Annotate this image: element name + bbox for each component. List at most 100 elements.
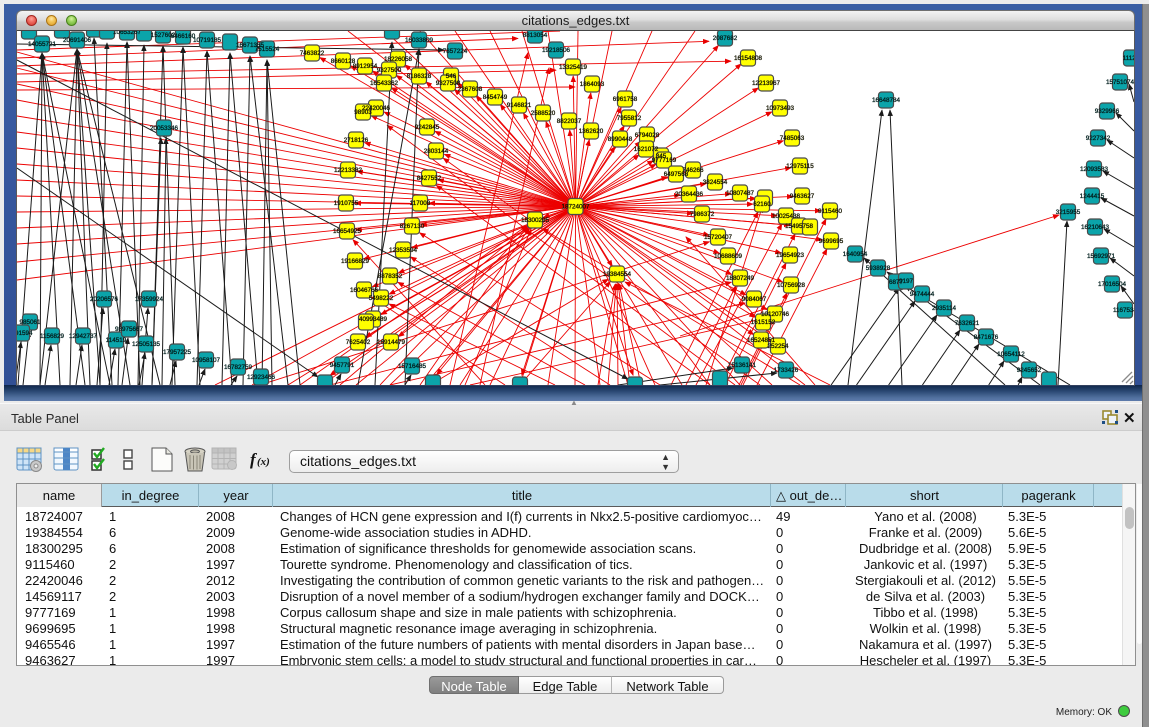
svg-text:18226058: 18226058 — [384, 56, 413, 63]
svg-text:17957225: 17957225 — [163, 349, 192, 356]
svg-text:9699695: 9699695 — [819, 238, 844, 245]
svg-text:2588520: 2588520 — [531, 110, 556, 117]
svg-text:16033809: 16033809 — [405, 37, 434, 44]
svg-text:7632621: 7632621 — [955, 320, 980, 327]
svg-text:10688609: 10688609 — [714, 253, 743, 260]
svg-text:7485063: 7485063 — [780, 135, 805, 142]
svg-text:1156829: 1156829 — [40, 333, 65, 340]
svg-text:18807249: 18807249 — [726, 275, 755, 282]
svg-text:9777169: 9777169 — [652, 157, 677, 164]
svg-text:7625402: 7625402 — [346, 339, 371, 346]
svg-text:5498222: 5498222 — [369, 295, 394, 302]
svg-text:8822037: 8822037 — [557, 118, 582, 125]
svg-text:252254: 252254 — [767, 343, 789, 350]
svg-text:7857224: 7857224 — [443, 48, 468, 55]
svg-text:8427552: 8427552 — [417, 175, 442, 182]
svg-text:8912954: 8912954 — [353, 63, 378, 70]
svg-text:3824554: 3824554 — [703, 179, 728, 186]
svg-text:9084067: 9084067 — [742, 296, 767, 303]
svg-text:15692971: 15692971 — [1087, 253, 1116, 260]
svg-text:15136141: 15136141 — [728, 362, 757, 369]
svg-text:2087682: 2087682 — [713, 35, 738, 42]
svg-text:12923466: 12923466 — [247, 374, 276, 381]
svg-text:12505135: 12505135 — [132, 341, 161, 348]
svg-text:12942737: 12942737 — [69, 333, 98, 340]
svg-text:16654925: 16654925 — [333, 228, 362, 235]
svg-text:19218506: 19218506 — [542, 47, 571, 54]
svg-text:10120746: 10120746 — [761, 311, 790, 318]
svg-text:1615152: 1615152 — [751, 319, 776, 326]
svg-text:18724007: 18724007 — [561, 204, 590, 211]
svg-text:20206576: 20206576 — [90, 296, 119, 303]
svg-text:114519: 114519 — [106, 337, 127, 344]
svg-text:18300295: 18300295 — [521, 217, 550, 224]
svg-text:3215955: 3215955 — [1056, 209, 1081, 216]
svg-text:12353594: 12353594 — [389, 247, 418, 254]
svg-text:16046766: 16046766 — [350, 287, 379, 294]
svg-text:10958107: 10958107 — [192, 357, 221, 364]
svg-text:62160: 62160 — [753, 201, 771, 208]
svg-text:11123: 11123 — [1123, 55, 1134, 62]
svg-text:19654923: 19654923 — [776, 252, 805, 259]
svg-text:391594: 391594 — [17, 330, 33, 337]
svg-text:(x): (x) — [257, 456, 270, 468]
svg-text:17359924: 17359924 — [135, 296, 164, 303]
svg-text:14055721: 14055721 — [28, 41, 57, 48]
svg-text:117008: 117008 — [410, 200, 431, 207]
svg-text:15495758: 15495758 — [785, 223, 814, 230]
svg-text:8454749: 8454749 — [483, 94, 508, 101]
svg-text:16914479: 16914479 — [377, 339, 406, 346]
svg-text:9457791: 9457791 — [330, 362, 355, 369]
svg-text:9463627: 9463627 — [790, 193, 815, 200]
svg-text:10025438: 10025438 — [772, 213, 801, 220]
svg-text:9329966: 9329966 — [1095, 108, 1120, 115]
svg-text:10756928: 10756928 — [777, 282, 806, 289]
svg-text:12975115: 12975115 — [786, 163, 814, 170]
svg-text:8267130: 8267130 — [400, 223, 425, 230]
svg-text:16210643: 16210643 — [1081, 224, 1110, 231]
svg-text:10654112: 10654112 — [997, 351, 1025, 358]
svg-text:1621072: 1621072 — [634, 146, 659, 153]
svg-text:20691406: 20691406 — [63, 37, 92, 44]
svg-text:9474444: 9474444 — [910, 291, 935, 298]
svg-text:9197: 9197 — [899, 278, 914, 285]
svg-text:15720407: 15720407 — [704, 234, 733, 241]
svg-text:2803144: 2803144 — [424, 148, 449, 155]
svg-text:16648784: 16648784 — [872, 97, 901, 104]
svg-text:2367608: 2367608 — [458, 86, 483, 93]
svg-text:13325419: 13325419 — [559, 64, 588, 71]
svg-text:10807487: 10807487 — [726, 190, 755, 197]
svg-text:40993489: 40993489 — [359, 316, 388, 323]
svg-text:20053346: 20053346 — [150, 125, 179, 132]
svg-text:10653267: 10653267 — [113, 31, 142, 36]
svg-text:8990448: 8990448 — [608, 136, 633, 143]
svg-text:10719185: 10719185 — [193, 37, 222, 44]
svg-text:9227342: 9227342 — [1086, 135, 1111, 142]
svg-text:8813054: 8813054 — [523, 32, 548, 39]
svg-text:15716485: 15716485 — [398, 363, 427, 370]
svg-text:1864093: 1864093 — [580, 81, 605, 88]
svg-text:1167534: 1167534 — [1113, 307, 1134, 314]
svg-text:20364436: 20364436 — [675, 191, 704, 198]
svg-text:19384554: 19384554 — [603, 271, 632, 278]
svg-text:985061: 985061 — [19, 319, 41, 326]
svg-text:5938928: 5938928 — [866, 265, 891, 272]
svg-text:17016504: 17016504 — [1098, 281, 1127, 288]
svg-text:1910755: 1910755 — [334, 200, 359, 207]
svg-text:8878352: 8878352 — [378, 273, 403, 280]
svg-text:8186328: 8186328 — [407, 73, 432, 80]
svg-text:9146821: 9146821 — [507, 102, 532, 109]
svg-text:10973493: 10973493 — [766, 105, 795, 112]
svg-text:7955812: 7955812 — [617, 115, 642, 122]
svg-text:7463822: 7463822 — [300, 50, 325, 57]
svg-text:546: 546 — [446, 73, 457, 80]
svg-text:7986372: 7986372 — [690, 211, 715, 218]
svg-text:9245652: 9245652 — [1017, 367, 1042, 374]
svg-text:9115460: 9115460 — [818, 208, 843, 215]
svg-text:9327500: 9327500 — [377, 67, 402, 74]
svg-text:98903: 98903 — [354, 109, 372, 116]
svg-text:19166829: 19166829 — [341, 258, 370, 265]
svg-text:12093583: 12093583 — [1080, 166, 1109, 173]
svg-text:6794028: 6794028 — [635, 132, 660, 139]
svg-text:8471676: 8471676 — [974, 334, 999, 341]
